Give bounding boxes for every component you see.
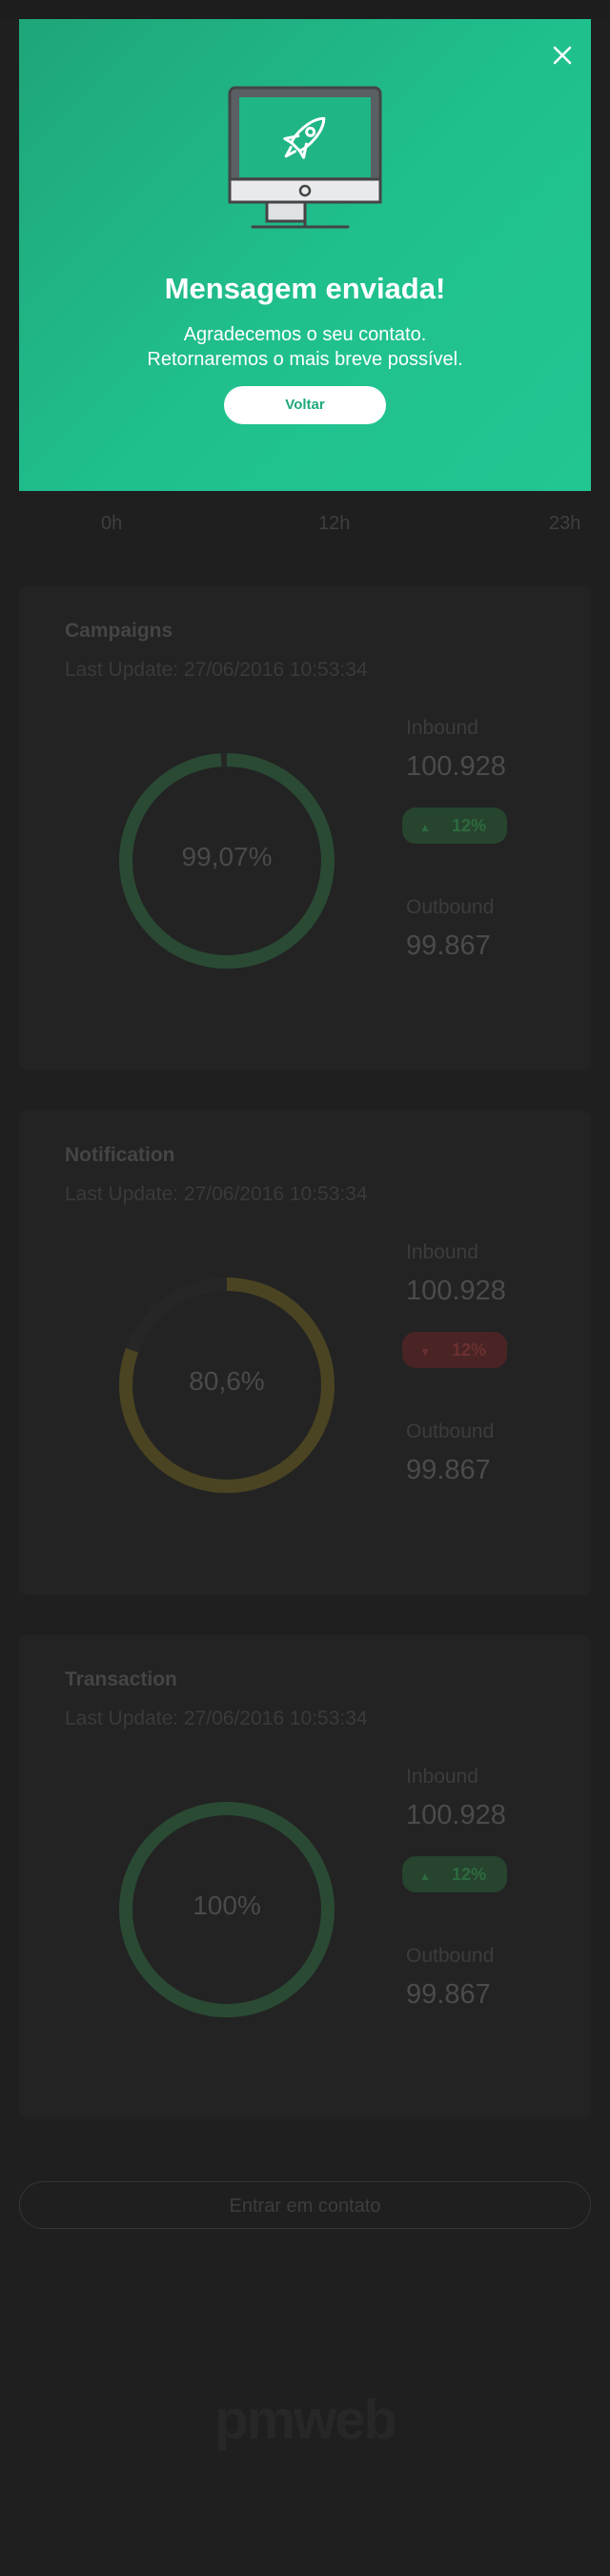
change-value: 12% bbox=[452, 816, 487, 835]
inbound-value: 100.928 bbox=[406, 1276, 506, 1306]
stats-card-notification: Notification Last Update: 27/06/2016 10:… bbox=[19, 1111, 591, 1595]
outbound-value: 99.867 bbox=[406, 1979, 491, 2010]
outbound-value: 99.867 bbox=[406, 1455, 491, 1485]
modal-title: Mensagem enviada! bbox=[164, 272, 446, 305]
arrow-down-icon: ▼ bbox=[419, 1345, 431, 1359]
outbound-label: Outbound bbox=[406, 896, 495, 918]
donut-percent-label: 100% bbox=[193, 1891, 261, 1920]
change-value: 12% bbox=[452, 1865, 487, 1884]
pmweb-logo: pmweb bbox=[214, 2389, 397, 2451]
top-strip bbox=[0, 0, 610, 19]
stats-card-campaigns: Campaigns Last Update: 27/06/2016 10:53:… bbox=[19, 586, 591, 1071]
success-modal: Mensagem enviada! Agradecemos o seu cont… bbox=[19, 19, 591, 491]
outbound-label: Outbound bbox=[406, 1945, 495, 1967]
contact-button[interactable]: Entrar em contato bbox=[19, 2181, 591, 2229]
inbound-value: 100.928 bbox=[406, 751, 506, 782]
arrow-up-icon: ▲ bbox=[419, 1870, 431, 1883]
donut-percent-label: 99,07% bbox=[181, 842, 273, 871]
inbound-label: Inbound bbox=[406, 717, 478, 739]
inbound-label: Inbound bbox=[406, 1241, 478, 1263]
card-title: Transaction bbox=[65, 1668, 177, 1690]
change-value: 12% bbox=[452, 1340, 487, 1360]
card-title: Campaigns bbox=[65, 620, 173, 642]
donut-percent-label: 80,6% bbox=[189, 1366, 265, 1396]
monitor-rocket-icon bbox=[224, 84, 386, 246]
card-title: Notification bbox=[65, 1144, 175, 1166]
hour-label: 0h bbox=[101, 513, 123, 534]
hour-axis: 0h 12h 23h bbox=[0, 513, 610, 536]
last-update: Last Update: 27/06/2016 10:53:34 bbox=[65, 1183, 368, 1205]
change-badge: ▼ 12% bbox=[402, 1332, 507, 1368]
close-icon[interactable] bbox=[551, 44, 574, 67]
change-badge: ▲ 12% bbox=[402, 1856, 507, 1892]
change-badge: ▲ 12% bbox=[402, 808, 507, 844]
outbound-value: 99.867 bbox=[406, 930, 491, 961]
hour-label: 12h bbox=[318, 513, 351, 534]
last-update: Last Update: 27/06/2016 10:53:34 bbox=[65, 1707, 368, 1729]
modal-message-line-2: Retornaremos o mais breve possível. bbox=[147, 349, 463, 370]
outbound-label: Outbound bbox=[406, 1421, 495, 1442]
back-button[interactable]: Voltar bbox=[224, 386, 386, 424]
last-update: Last Update: 27/06/2016 10:53:34 bbox=[65, 659, 368, 681]
inbound-value: 100.928 bbox=[406, 1800, 506, 1830]
stats-card-transaction: Transaction Last Update: 27/06/2016 10:5… bbox=[19, 1635, 591, 2119]
hour-label: 23h bbox=[549, 513, 581, 534]
arrow-up-icon: ▲ bbox=[419, 821, 431, 834]
inbound-label: Inbound bbox=[406, 1766, 478, 1788]
modal-message-line-1: Agradecemos o seu contato. bbox=[183, 324, 427, 345]
